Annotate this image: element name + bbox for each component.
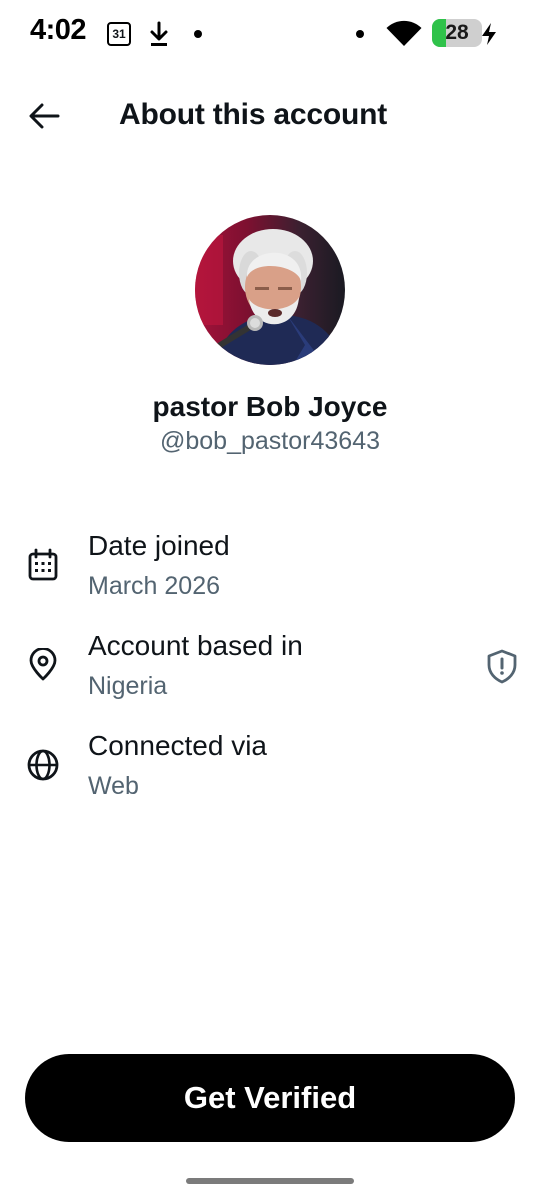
shield-alert-icon[interactable] xyxy=(485,648,519,684)
download-icon xyxy=(150,21,168,46)
home-indicator[interactable] xyxy=(186,1178,354,1184)
location-pin-icon xyxy=(29,648,57,681)
battery-level: 28 xyxy=(445,21,469,44)
page-title: About this account xyxy=(119,98,388,131)
info-label: Connected via xyxy=(88,730,268,761)
info-value: Nigeria xyxy=(88,672,168,700)
notification-dot xyxy=(194,30,202,38)
info-row-account-based-in: Account based in Nigeria xyxy=(0,630,540,714)
info-value: March 2026 xyxy=(88,572,221,600)
display-name: pastor Bob Joyce xyxy=(152,391,388,422)
info-label: Date joined xyxy=(88,530,230,561)
avatar xyxy=(195,215,345,365)
info-row-date-joined: Date joined March 2026 xyxy=(0,530,540,614)
get-verified-button[interactable]: Get Verified xyxy=(25,1054,515,1142)
header: About this account xyxy=(0,80,540,152)
user-handle: @bob_pastor43643 xyxy=(160,427,380,455)
info-value: Web xyxy=(88,772,139,800)
status-time: 4:02 xyxy=(30,14,87,46)
arrow-left-icon[interactable] xyxy=(24,98,64,134)
battery-icon: 28 xyxy=(432,19,482,47)
globe-icon xyxy=(27,749,59,781)
status-bar: 4:02 31 28 xyxy=(0,0,540,66)
info-label: Account based in xyxy=(88,630,303,661)
info-row-connected-via: Connected via Web xyxy=(0,730,540,814)
charging-bolt-icon xyxy=(482,23,496,45)
calendar-icon xyxy=(28,548,58,581)
wifi-icon xyxy=(386,20,422,46)
notification-dot xyxy=(356,30,364,38)
calendar-icon: 31 xyxy=(107,22,131,46)
calendar-day: 31 xyxy=(112,27,126,41)
